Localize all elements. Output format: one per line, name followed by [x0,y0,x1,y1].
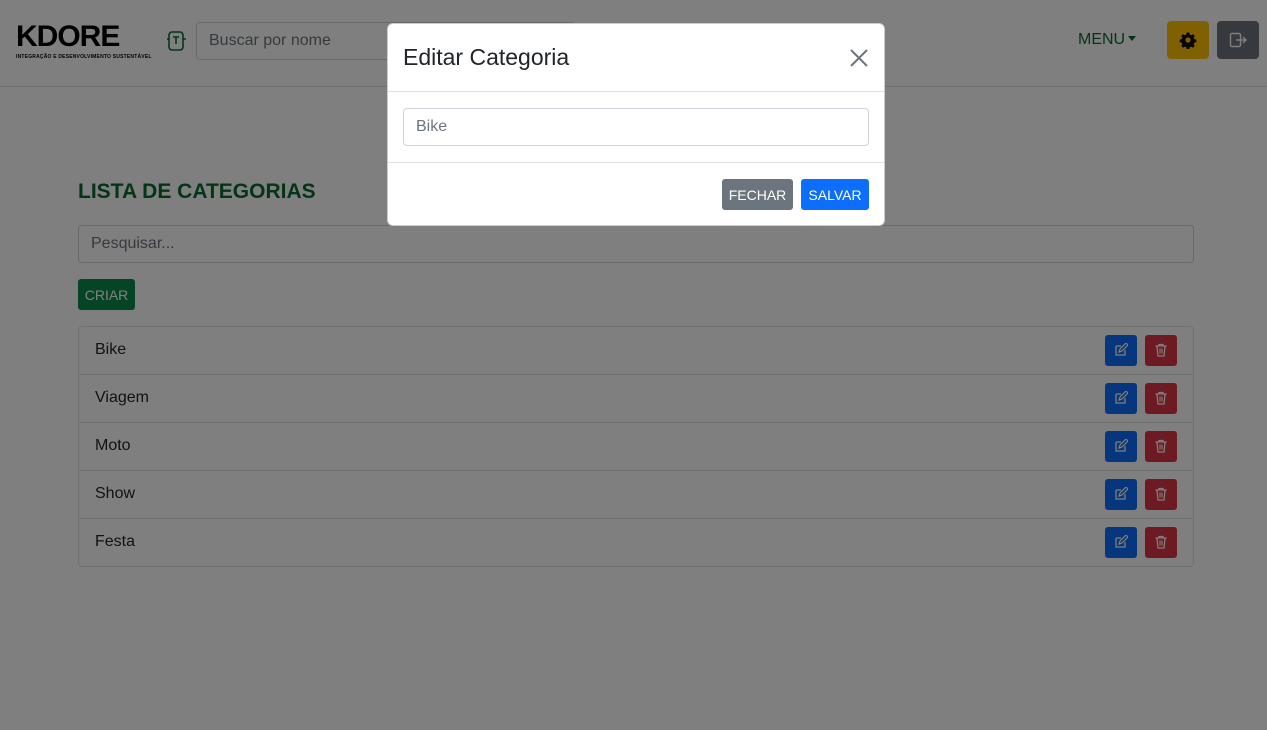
close-button[interactable]: FECHAR [722,179,793,210]
modal-header: Editar Categoria [388,24,884,92]
category-name-input[interactable] [403,108,869,146]
close-icon[interactable] [849,48,869,68]
modal-title: Editar Categoria [403,44,570,70]
modal-body [388,92,884,163]
save-button[interactable]: SALVAR [801,179,869,210]
edit-category-modal: Editar Categoria FECHAR SALVAR [387,23,885,226]
